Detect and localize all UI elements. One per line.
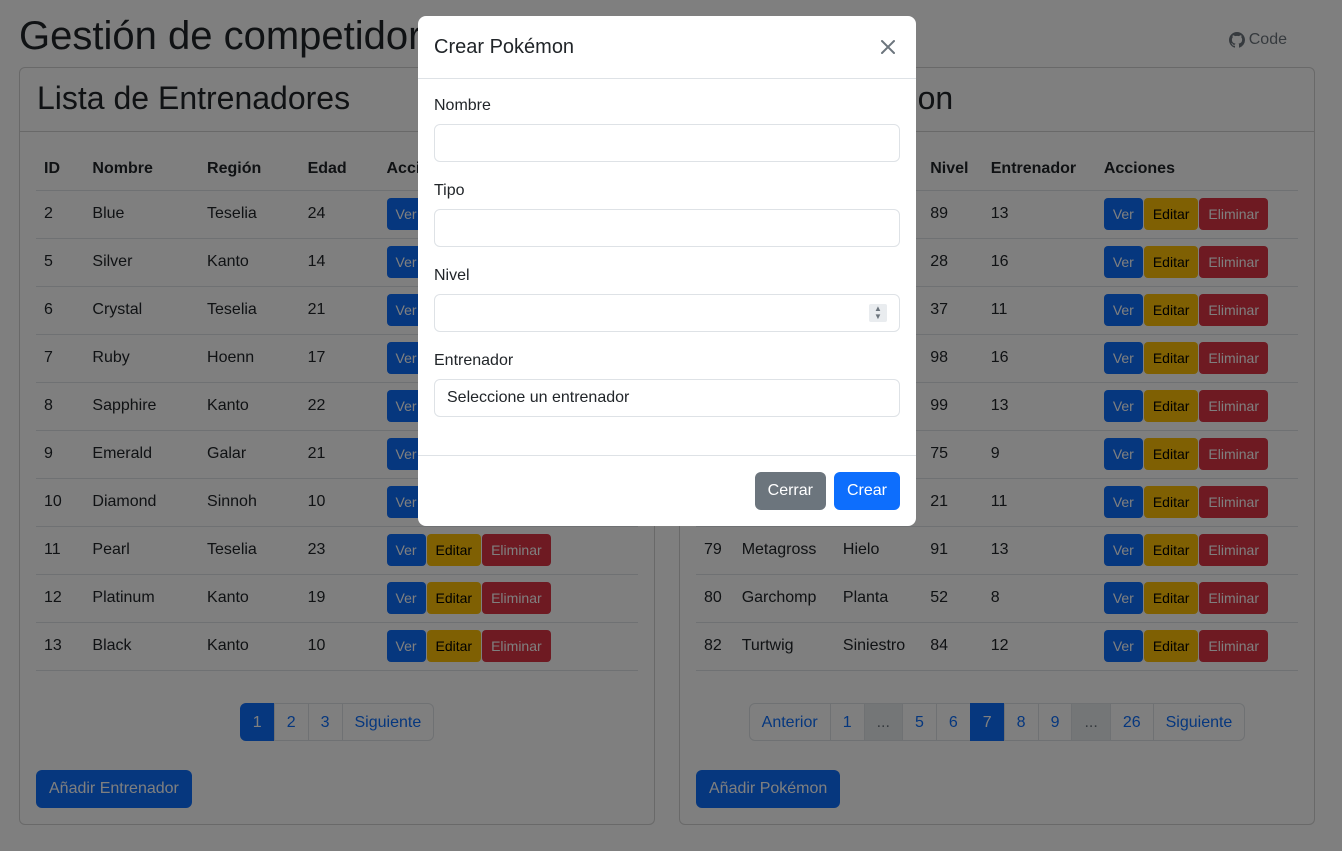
trainer-label: Entrenador xyxy=(434,352,514,369)
create-pokemon-modal: Crear Pokémon Nombre Tipo Nivel ▲ ▼ Entre… xyxy=(418,16,916,526)
name-label: Nombre xyxy=(434,97,491,114)
level-label: Nivel xyxy=(434,267,470,284)
close-icon[interactable] xyxy=(876,35,900,59)
modal-title: Crear Pokémon xyxy=(434,35,575,58)
type-input[interactable] xyxy=(434,209,900,247)
name-input[interactable] xyxy=(434,124,900,162)
level-input[interactable]: ▲ ▼ xyxy=(434,294,900,332)
number-stepper-icon[interactable]: ▲ ▼ xyxy=(869,304,887,322)
close-button[interactable]: Cerrar xyxy=(754,472,826,510)
trainer-select[interactable]: Seleccione un entrenador xyxy=(434,379,900,417)
create-button[interactable]: Crear xyxy=(833,472,900,510)
type-label: Tipo xyxy=(434,182,465,199)
